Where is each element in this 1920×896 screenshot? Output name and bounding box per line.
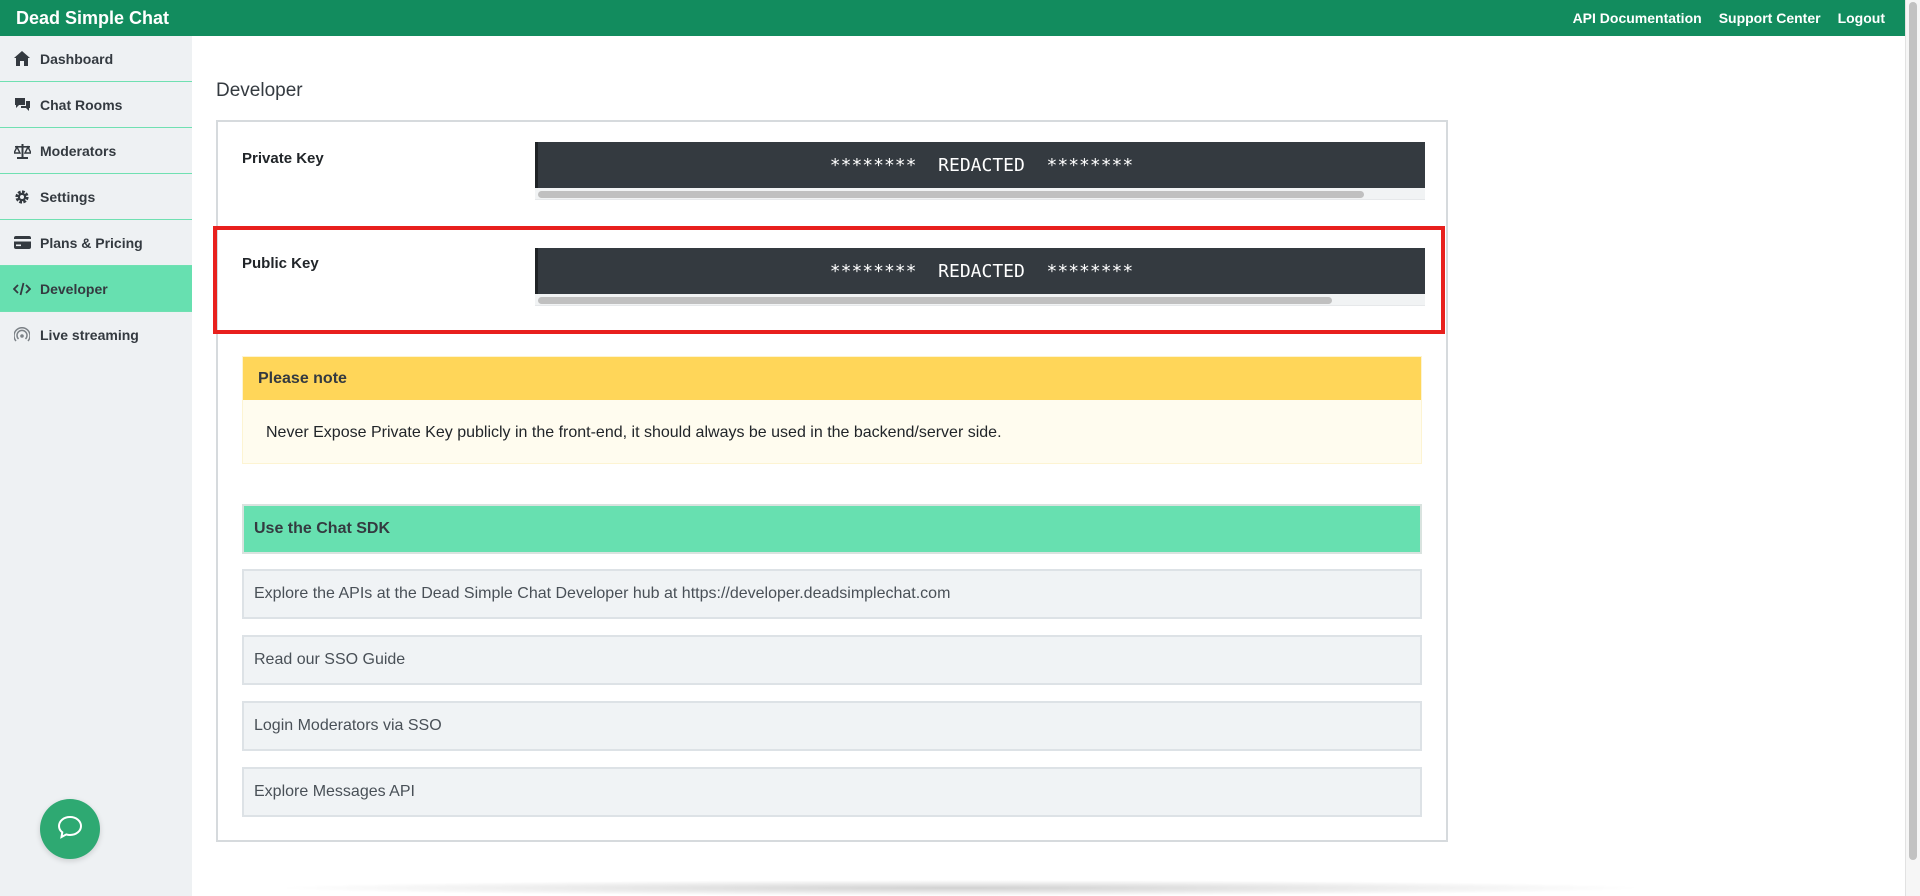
scale-icon <box>13 142 31 160</box>
sidebar-item-live-streaming[interactable]: Live streaming <box>0 312 192 358</box>
sidebar-item-label: Developer <box>40 280 108 297</box>
top-nav-links: API Documentation Support Center Logout <box>1573 10 1889 26</box>
sdk-list-item-messages-api[interactable]: Explore Messages API <box>242 767 1422 817</box>
sidebar: Dashboard Chat Rooms Moderators Settings… <box>0 36 192 896</box>
chat-bubble-icon <box>57 815 83 844</box>
footer-shadow <box>270 880 1650 896</box>
broadcast-icon <box>13 326 31 344</box>
credit-card-icon <box>13 234 31 252</box>
public-key-highlight-box <box>213 226 1445 334</box>
logout-link[interactable]: Logout <box>1838 10 1885 26</box>
sidebar-item-label: Chat Rooms <box>40 96 123 113</box>
gear-icon <box>13 188 31 206</box>
brand-logo[interactable]: Dead Simple Chat <box>16 8 169 29</box>
sdk-list-item-developer-hub[interactable]: Explore the APIs at the Dead Simple Chat… <box>242 569 1422 619</box>
api-documentation-link[interactable]: API Documentation <box>1573 10 1702 26</box>
sidebar-item-developer[interactable]: Developer <box>0 266 192 312</box>
private-key-value[interactable]: ******** REDACTED ******** <box>535 142 1425 188</box>
sidebar-item-moderators[interactable]: Moderators <box>0 128 192 174</box>
help-chat-button[interactable] <box>40 799 100 859</box>
chat-icon <box>13 96 31 114</box>
sidebar-item-label: Dashboard <box>40 50 114 67</box>
sdk-list-item-sso-guide[interactable]: Read our SSO Guide <box>242 635 1422 685</box>
private-key-scrollbar[interactable] <box>535 188 1425 200</box>
home-icon <box>13 50 31 68</box>
support-center-link[interactable]: Support Center <box>1719 10 1821 26</box>
note-alert: Please note Never Expose Private Key pub… <box>242 356 1422 464</box>
private-key-label: Private Key <box>242 150 324 167</box>
note-heading: Please note <box>243 357 1421 400</box>
sidebar-item-label: Moderators <box>40 142 117 159</box>
top-navbar: Dead Simple Chat API Documentation Suppo… <box>0 0 1905 36</box>
page-scrollbar-thumb[interactable] <box>1909 2 1917 860</box>
code-icon <box>13 280 31 298</box>
note-body: Never Expose Private Key publicly in the… <box>266 424 1002 441</box>
sidebar-item-chat-rooms[interactable]: Chat Rooms <box>0 82 192 128</box>
sdk-list-item-login-moderators-sso[interactable]: Login Moderators via SSO <box>242 701 1422 751</box>
sidebar-item-plans-pricing[interactable]: Plans & Pricing <box>0 220 192 266</box>
sidebar-item-dashboard[interactable]: Dashboard <box>0 36 192 82</box>
sdk-list-heading: Use the Chat SDK <box>242 504 1422 554</box>
sidebar-item-label: Settings <box>40 188 96 205</box>
page-scrollbar[interactable] <box>1905 0 1920 896</box>
page-title: Developer <box>216 80 303 101</box>
sidebar-item-settings[interactable]: Settings <box>0 174 192 220</box>
sidebar-item-label: Plans & Pricing <box>40 234 143 251</box>
sidebar-item-label: Live streaming <box>40 327 139 343</box>
private-key-scroll-thumb[interactable] <box>538 191 1364 198</box>
